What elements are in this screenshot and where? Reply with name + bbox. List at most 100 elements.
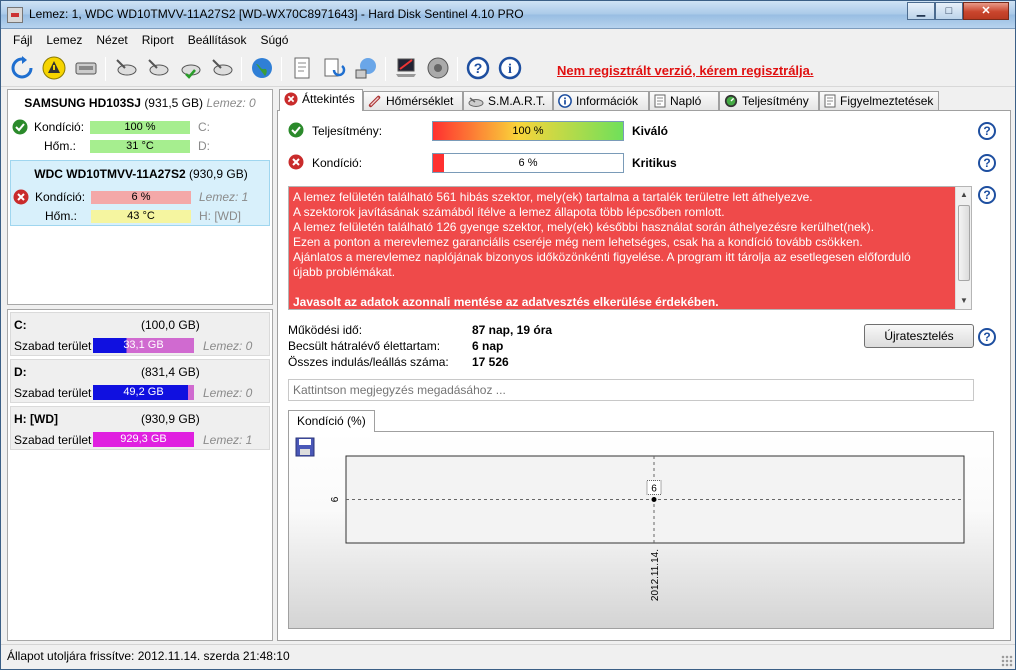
tab-smart[interactable]: S.M.A.R.T. bbox=[463, 91, 553, 111]
alert-line: Ezen a ponton a merevlemez garanciális c… bbox=[293, 235, 863, 249]
disk-name: SAMSUNG HD103SJ bbox=[24, 96, 141, 110]
alert-line: A lemez felületén található 126 gyenge s… bbox=[293, 220, 874, 234]
power-on-time-label: Működési idő: bbox=[288, 323, 363, 337]
condition-value: 6 % bbox=[518, 157, 538, 169]
menu-disk[interactable]: Lemez bbox=[39, 30, 89, 50]
disk-size: (930,9 GB) bbox=[189, 167, 248, 181]
free-space-bar: 33,1 GB bbox=[93, 338, 194, 353]
condition-chart: 6 6 2012.11.14. bbox=[288, 431, 994, 629]
menu-view[interactable]: Nézet bbox=[89, 30, 134, 50]
disk-stats: Működési idő: 87 nap, 19 óra Becsült hát… bbox=[288, 323, 688, 371]
volume-list: C: (100,0 GB) Szabad terület 33,1 GB Lem… bbox=[7, 309, 273, 641]
menu-help[interactable]: Súgó bbox=[253, 30, 295, 50]
menu-report[interactable]: Riport bbox=[135, 30, 181, 50]
free-space-bar: 49,2 GB bbox=[93, 385, 194, 400]
error-icon bbox=[284, 92, 298, 109]
network-icon[interactable] bbox=[353, 55, 379, 81]
temperature-label: Hőm.: bbox=[45, 209, 78, 223]
harddisk-icon[interactable] bbox=[73, 55, 99, 81]
alert-scrollbar[interactable]: ▲ ▼ bbox=[955, 187, 971, 309]
toolbar-separator bbox=[457, 57, 458, 81]
toolbar-separator bbox=[105, 57, 106, 81]
tab-information[interactable]: Információk bbox=[553, 91, 649, 111]
tab-condition-chart[interactable]: Kondíció (%) bbox=[288, 410, 375, 432]
speaker-icon[interactable] bbox=[425, 55, 451, 81]
condition-bar: 6 % bbox=[91, 191, 191, 204]
volume-disk-note: Lemez: 0 bbox=[203, 339, 253, 353]
retest-button[interactable]: Újratesztelés bbox=[864, 324, 974, 348]
help-icon[interactable]: ? bbox=[978, 328, 996, 346]
drive-letter: H: [WD] bbox=[199, 209, 241, 223]
toolbar-separator bbox=[241, 57, 242, 81]
alert-recommendation: Javasolt az adatok azonnali mentése az a… bbox=[293, 295, 719, 309]
alert-line: A lemez felületén található 561 hibás sz… bbox=[293, 190, 813, 204]
temperature-bar: 31 °C bbox=[90, 140, 190, 153]
alert-box[interactable]: A lemez felületén található 561 hibás sz… bbox=[288, 186, 972, 310]
error-icon bbox=[13, 189, 29, 208]
sync-report-icon[interactable] bbox=[321, 55, 347, 81]
volume-disk-note: Lemez: 1 bbox=[203, 433, 253, 447]
disk-name: WDC WD10TMVV-11A27S2 bbox=[34, 167, 186, 181]
disk-test-icon[interactable] bbox=[113, 55, 139, 81]
note-input[interactable] bbox=[288, 379, 974, 401]
app-icon[interactable] bbox=[7, 7, 23, 23]
free-space-bar: 929,3 GB bbox=[93, 432, 194, 447]
help-icon[interactable]: ? bbox=[465, 55, 491, 81]
window-title: Lemez: 1, WDC WD10TMVV-11A27S2 [WD-WX70C… bbox=[29, 7, 524, 21]
laptop-icon[interactable] bbox=[393, 55, 419, 81]
condition-label: Kondíció: bbox=[34, 120, 85, 134]
help-icon[interactable]: ? bbox=[978, 122, 996, 140]
condition-bar: 100 % bbox=[90, 121, 190, 134]
volume-disk-note: Lemez: 0 bbox=[203, 386, 253, 400]
globe-icon[interactable] bbox=[249, 55, 275, 81]
maximize-button[interactable]: □ bbox=[935, 2, 963, 20]
volume-name: D: bbox=[14, 365, 27, 379]
free-space-label: Szabad terület bbox=[14, 386, 92, 400]
register-link[interactable]: Nem regisztrált verzió, kérem regisztrál… bbox=[557, 63, 814, 78]
scroll-down-icon[interactable]: ▼ bbox=[956, 293, 972, 309]
menu-file[interactable]: Fájl bbox=[6, 30, 39, 50]
x-tick-label: 2012.11.14. bbox=[650, 549, 661, 601]
disk-item-0[interactable]: SAMSUNG HD103SJ (931,5 GB) Lemez: 0 Kond… bbox=[10, 90, 270, 156]
tab-temperature[interactable]: Hőmérséklet bbox=[363, 91, 463, 111]
disk-item-1[interactable]: WDC WD10TMVV-11A27S2 (930,9 GB) Kondíció… bbox=[10, 160, 270, 226]
volume-item[interactable]: D: (831,4 GB) Szabad terület 49,2 GB Lem… bbox=[10, 359, 270, 403]
info-icon[interactable]: i bbox=[497, 55, 523, 81]
scroll-thumb[interactable] bbox=[958, 205, 970, 281]
scroll-up-icon[interactable]: ▲ bbox=[956, 187, 972, 203]
condition-row: Kondíció: 6 % Kritikus bbox=[288, 152, 988, 174]
help-icon[interactable]: ? bbox=[978, 154, 996, 172]
tab-log[interactable]: Napló bbox=[649, 91, 719, 111]
tab-performance[interactable]: Teljesítmény bbox=[719, 91, 819, 111]
tab-alerts[interactable]: Figyelmeztetések bbox=[819, 91, 939, 111]
svg-text:i: i bbox=[508, 62, 512, 77]
app-window: Lemez: 1, WDC WD10TMVV-11A27S2 [WD-WX70C… bbox=[0, 0, 1016, 670]
menu-settings[interactable]: Beállítások bbox=[181, 30, 254, 50]
chart-canvas: 6 6 2012.11.14. bbox=[330, 455, 965, 601]
disk-surface-icon[interactable] bbox=[145, 55, 171, 81]
alert-line: A szektorok javításának számából ítélve … bbox=[293, 205, 725, 219]
power-on-time-value: 87 nap, 19 óra bbox=[472, 323, 553, 337]
resize-grip[interactable] bbox=[1001, 655, 1013, 667]
disk-ok-icon[interactable] bbox=[177, 55, 203, 81]
alert-line: Ajánlatos a merevlemez naplójának bizony… bbox=[293, 250, 911, 264]
stat-row: Becsült hátralévő élettartam: 6 nap bbox=[288, 339, 688, 355]
remaining-lifetime-value: 6 nap bbox=[472, 339, 504, 353]
volume-item[interactable]: H: [WD] (930,9 GB) Szabad terület 929,3 … bbox=[10, 406, 270, 450]
temperature-label: Hőm.: bbox=[44, 139, 77, 153]
help-icon[interactable]: ? bbox=[978, 186, 996, 204]
tab-overview[interactable]: Áttekintés bbox=[279, 89, 363, 111]
warning-icon[interactable] bbox=[41, 55, 67, 81]
disk-note: Lemez: 0 bbox=[206, 96, 256, 110]
disk-settings-icon[interactable] bbox=[209, 55, 235, 81]
refresh-icon[interactable] bbox=[9, 55, 35, 81]
svg-text:?: ? bbox=[474, 60, 483, 76]
title-bar[interactable]: Lemez: 1, WDC WD10TMVV-11A27S2 [WD-WX70C… bbox=[1, 1, 1015, 29]
volume-item[interactable]: C: (100,0 GB) Szabad terület 33,1 GB Lem… bbox=[10, 312, 270, 356]
toolbar: ? i Nem regisztrált verzió, kérem regisz… bbox=[1, 51, 1015, 87]
toolbar-separator bbox=[281, 57, 282, 81]
report-icon[interactable] bbox=[289, 55, 315, 81]
data-label: 6 bbox=[651, 484, 657, 495]
minimize-button[interactable]: ▁ bbox=[907, 2, 935, 20]
close-button[interactable]: ✕ bbox=[963, 2, 1009, 20]
